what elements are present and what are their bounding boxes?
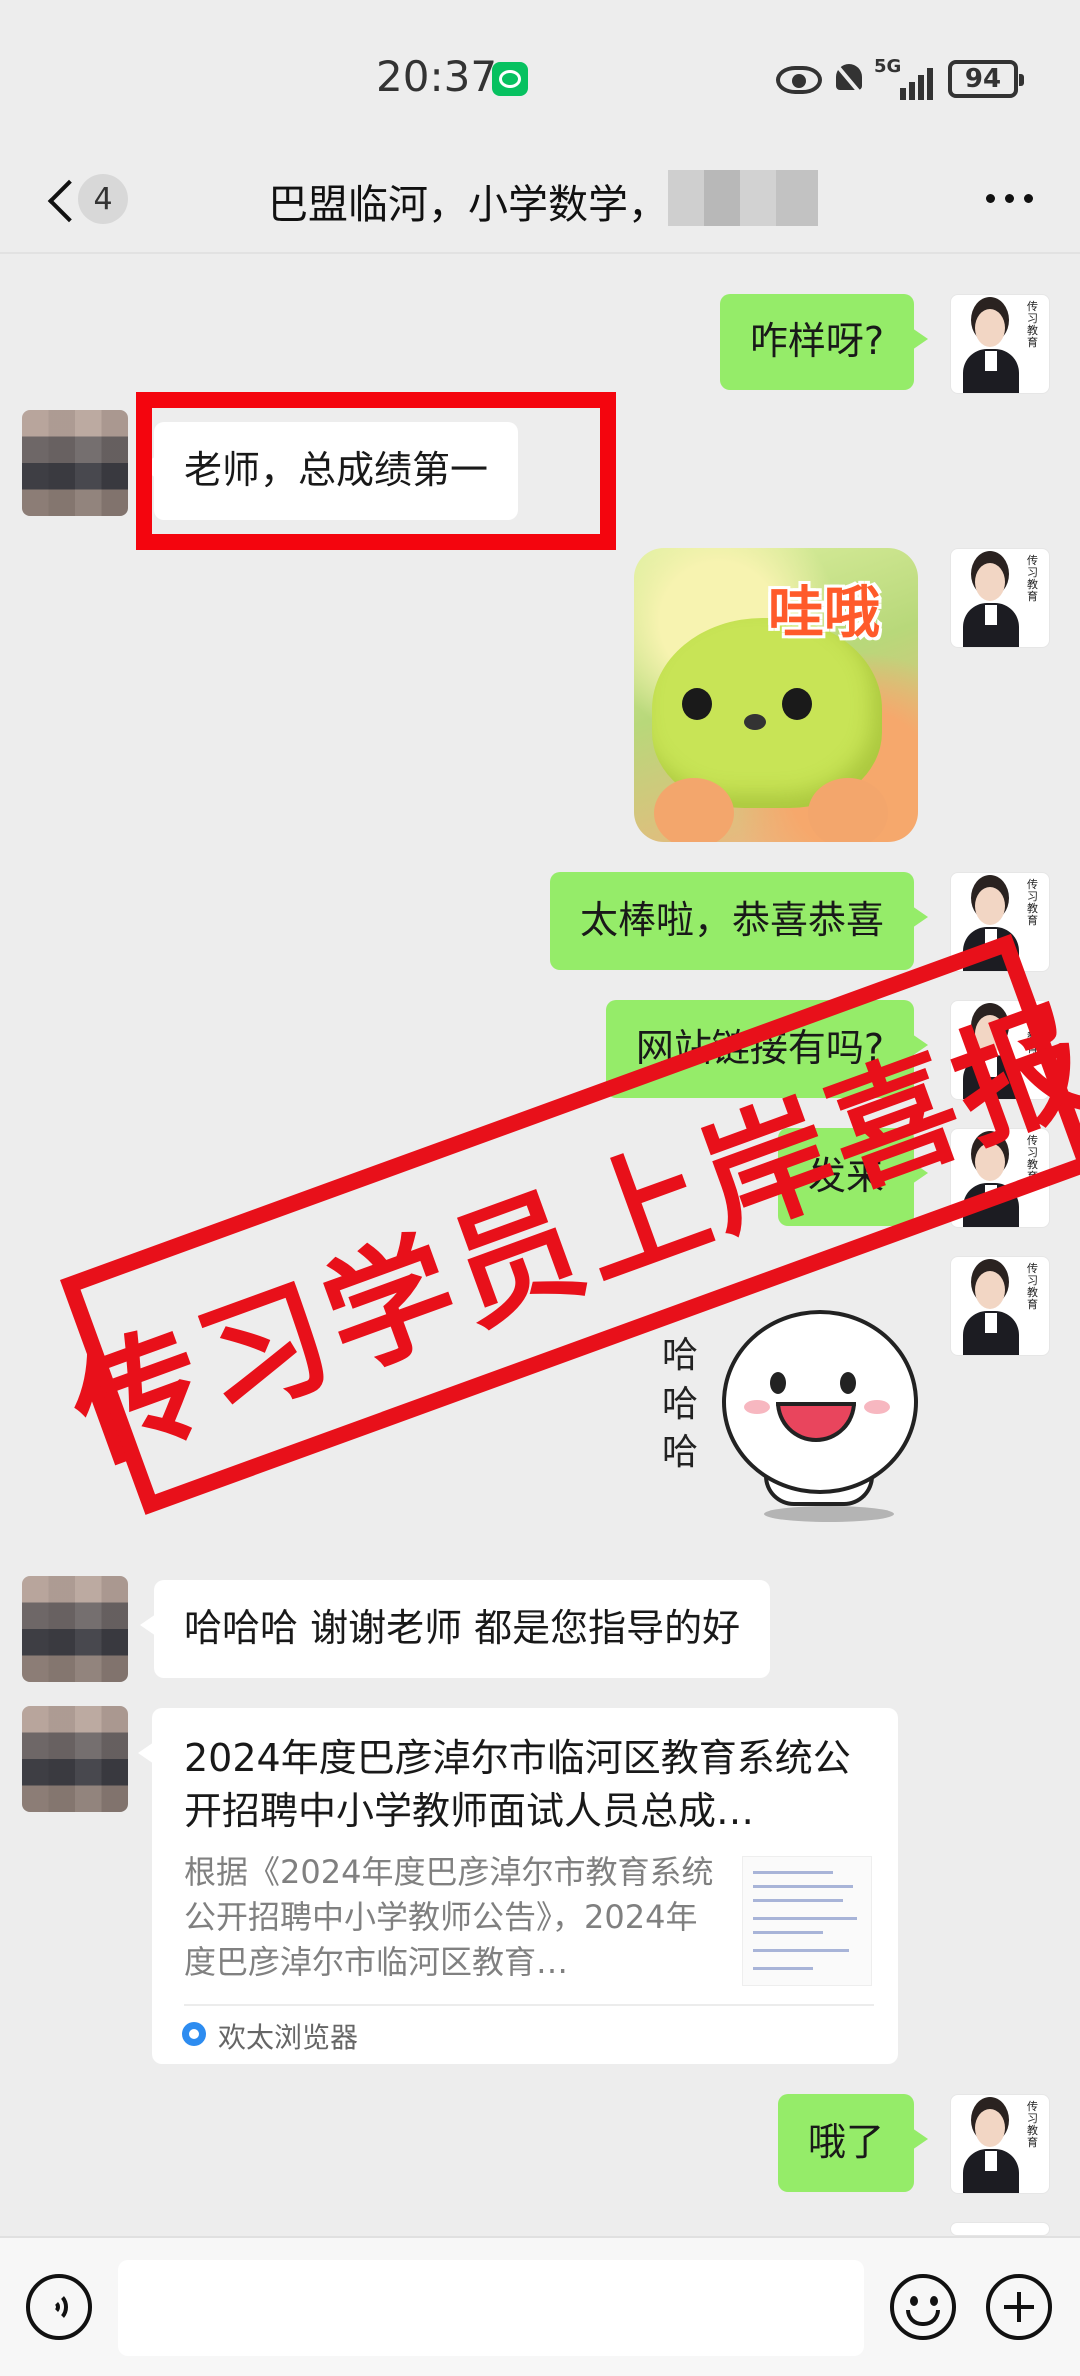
avatar-student[interactable] <box>22 1576 128 1682</box>
avatar-teacher[interactable]: 传习教育 <box>950 548 1050 648</box>
link-card-thumbnail <box>742 1856 872 1986</box>
input-bar <box>0 2236 1080 2376</box>
link-card-source: 欢太浏览器 <box>218 2021 359 2054</box>
wechat-icon <box>492 62 528 96</box>
avatar-teacher[interactable]: 传习教育 <box>950 1256 1050 1356</box>
bunny-sticker[interactable]: 哇哦 <box>634 548 918 842</box>
eye-icon <box>776 66 822 94</box>
avatar-tag-text: 传习教育 <box>1027 300 1038 350</box>
signal-icon: 5G <box>874 56 934 100</box>
chat-title: 巴盟临河，小学数学， <box>268 182 668 228</box>
browser-icon <box>182 2022 206 2046</box>
bell-off-icon <box>832 60 866 100</box>
battery-indicator: 94 <box>948 60 1024 98</box>
network-type: 5G <box>874 56 902 77</box>
avatar-teacher <box>950 2222 1050 2236</box>
emoji-icon[interactable] <box>890 2274 956 2340</box>
title-redacted-block <box>668 170 818 226</box>
avatar-student[interactable] <box>22 410 128 516</box>
avatar-teacher[interactable]: 传习教育 <box>950 294 1050 394</box>
link-card[interactable]: 2024年度巴彦淖尔市临河区教育系统公开招聘中小学教师面试人员总成… 根据《20… <box>138 1708 898 2064</box>
sticker-caption: 哈哈哈 <box>662 1335 699 1474</box>
status-time: 20:37 <box>376 52 498 101</box>
unread-count-badge[interactable]: 4 <box>78 174 128 224</box>
status-bar: 20:37 5G 94 <box>0 0 1080 150</box>
plus-icon[interactable] <box>986 2274 1052 2340</box>
message-bubble-received[interactable]: 哈哈哈 谢谢老师 都是您指导的好 <box>139 1580 771 1678</box>
sticker-caption: 哇哦 <box>768 581 880 646</box>
message-bubble-sent[interactable]: 咋样呀? <box>719 294 929 390</box>
link-card-title: 2024年度巴彦淖尔市临河区教育系统公开招聘中小学教师面试人员总成… <box>184 1736 851 1834</box>
more-icon[interactable] <box>986 194 1034 204</box>
avatar-student[interactable] <box>22 1706 128 1812</box>
link-card-description: 根据《2024年度巴彦淖尔市教育系统公开招聘中小学教师公告》，2024年度巴彦淖… <box>184 1853 714 1981</box>
back-icon[interactable] <box>42 178 82 226</box>
message-bubble-sent[interactable]: 太棒啦，恭喜恭喜 <box>549 872 929 970</box>
avatar-teacher[interactable]: 传习教育 <box>950 2094 1050 2194</box>
chat-header: 4 巴盟临河，小学数学， <box>0 150 1080 254</box>
voice-icon[interactable] <box>26 2274 92 2340</box>
message-input[interactable] <box>118 2260 864 2356</box>
message-bubble-sent[interactable]: 哦了 <box>777 2094 929 2192</box>
laughing-sticker[interactable]: 哈哈哈 <box>652 1310 932 1522</box>
highlight-box <box>136 392 616 550</box>
